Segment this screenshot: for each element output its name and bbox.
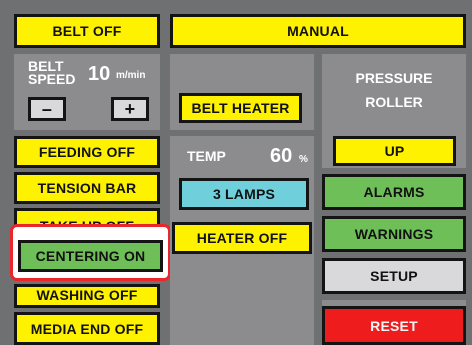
heater-label: HEATER OFF — [196, 230, 288, 246]
pressure-label: PRESSURE ROLLER — [322, 66, 466, 114]
mode-label: MANUAL — [287, 23, 349, 39]
reset-button[interactable]: RESET — [322, 306, 466, 345]
control-panel: BELT OFF MANUAL BELT SPEED 10 m/min – + … — [0, 0, 472, 345]
tension-bar-label: TENSION BAR — [37, 180, 137, 196]
pressure-up-label: UP — [384, 143, 405, 159]
feeding-button[interactable]: FEEDING OFF — [14, 136, 160, 168]
tension-bar-button[interactable]: TENSION BAR — [14, 172, 160, 204]
reset-label: RESET — [370, 317, 418, 334]
media-end-label: MEDIA END OFF — [30, 320, 144, 337]
belt-heater-label: BELT HEATER — [191, 100, 290, 116]
feeding-label: FEEDING OFF — [38, 144, 136, 160]
lamps-button[interactable]: 3 LAMPS — [179, 178, 309, 210]
media-end-button[interactable]: MEDIA END OFF — [14, 312, 160, 345]
temp-label: TEMP — [187, 148, 226, 164]
warnings-label: WARNINGS — [354, 226, 434, 242]
heater-button[interactable]: HEATER OFF — [172, 222, 312, 254]
minus-icon: – — [41, 98, 53, 119]
warnings-button[interactable]: WARNINGS — [322, 216, 466, 252]
pressure-label-line1: PRESSURE — [355, 70, 433, 86]
belt-heater-button[interactable]: BELT HEATER — [179, 93, 302, 123]
pressure-up-button[interactable]: UP — [333, 136, 456, 166]
setup-button[interactable]: SETUP — [322, 258, 466, 294]
plus-icon: + — [124, 98, 136, 119]
alarms-button[interactable]: ALARMS — [322, 174, 466, 210]
lamps-label: 3 LAMPS — [212, 186, 276, 202]
setup-label: SETUP — [370, 268, 418, 284]
belt-speed-unit: m/min — [116, 70, 146, 81]
speed-decrease-button[interactable]: – — [28, 97, 66, 121]
temp-unit: % — [299, 154, 308, 165]
mode-button[interactable]: MANUAL — [170, 14, 466, 48]
speed-increase-button[interactable]: + — [111, 97, 149, 121]
centering-button[interactable]: CENTERING ON — [18, 240, 163, 272]
washing-label: WASHING OFF — [36, 287, 138, 303]
alarms-label: ALARMS — [363, 184, 425, 200]
belt-speed-value: 10 — [88, 63, 111, 85]
washing-button[interactable]: WASHING OFF — [14, 284, 160, 308]
belt-toggle-label: BELT OFF — [52, 23, 122, 39]
belt-speed-label: BELT SPEED — [28, 59, 76, 87]
temp-value: 60 — [270, 145, 293, 167]
centering-label: CENTERING ON — [35, 248, 146, 264]
belt-toggle-button[interactable]: BELT OFF — [14, 14, 160, 48]
belt-speed-label-line2: SPEED — [28, 71, 76, 87]
pressure-label-line2: ROLLER — [365, 94, 423, 110]
